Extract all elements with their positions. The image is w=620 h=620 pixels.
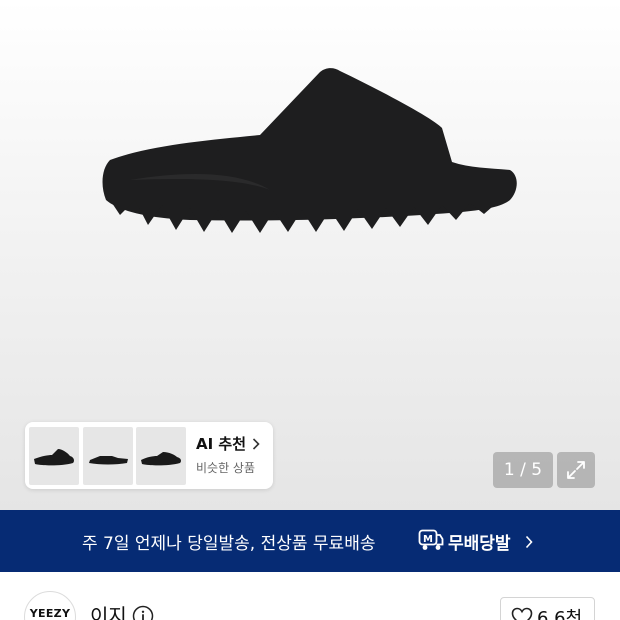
info-circle-icon[interactable] xyxy=(132,605,154,620)
product-image-gallery[interactable]: AI 추천 비슷한 상품 1 / 5 xyxy=(0,0,620,510)
brand-row: YEEZY 이지 6.6천 xyxy=(0,572,620,620)
sandal-thumbnail-image xyxy=(34,449,74,466)
sandal-thumbnail-image xyxy=(141,452,181,466)
heart-outline-icon xyxy=(511,607,533,620)
brand-logo[interactable]: YEEZY xyxy=(24,591,76,620)
product-image xyxy=(102,68,517,233)
sandal-thumbnail-image xyxy=(89,456,128,465)
ai-recommend-subtitle: 비슷한 상품 xyxy=(196,461,256,475)
recommend-thumbnail-1[interactable] xyxy=(29,427,79,485)
brand-name[interactable]: 이지 xyxy=(90,600,127,620)
delivery-badge-label: 무배당발 xyxy=(448,534,511,554)
image-counter: 1 / 5 xyxy=(493,452,553,488)
like-count: 6.6천 xyxy=(537,608,583,620)
recommend-thumbnail-3[interactable] xyxy=(136,427,186,485)
chevron-right-icon[interactable] xyxy=(252,438,260,450)
ai-recommend-title[interactable]: AI 추천 xyxy=(196,433,246,454)
like-button[interactable]: 6.6천 xyxy=(500,597,595,620)
recommend-thumbnail-2[interactable] xyxy=(83,427,133,485)
svg-text:M: M xyxy=(423,534,433,545)
expand-image-button[interactable] xyxy=(557,452,595,488)
shipping-banner-text: 주 7일 언제나 당일발송, 전상품 무료배송 xyxy=(82,534,376,554)
delivery-truck-m-icon: M xyxy=(418,529,444,550)
brand-logo-text: YEEZY xyxy=(29,607,71,620)
shipping-banner[interactable]: 주 7일 언제나 당일발송, 전상품 무료배송 무배당발 xyxy=(0,510,620,572)
ai-recommend-card[interactable]: AI 추천 비슷한 상품 xyxy=(25,422,273,489)
chevron-right-icon xyxy=(525,535,533,549)
expand-arrows-icon xyxy=(567,461,585,479)
